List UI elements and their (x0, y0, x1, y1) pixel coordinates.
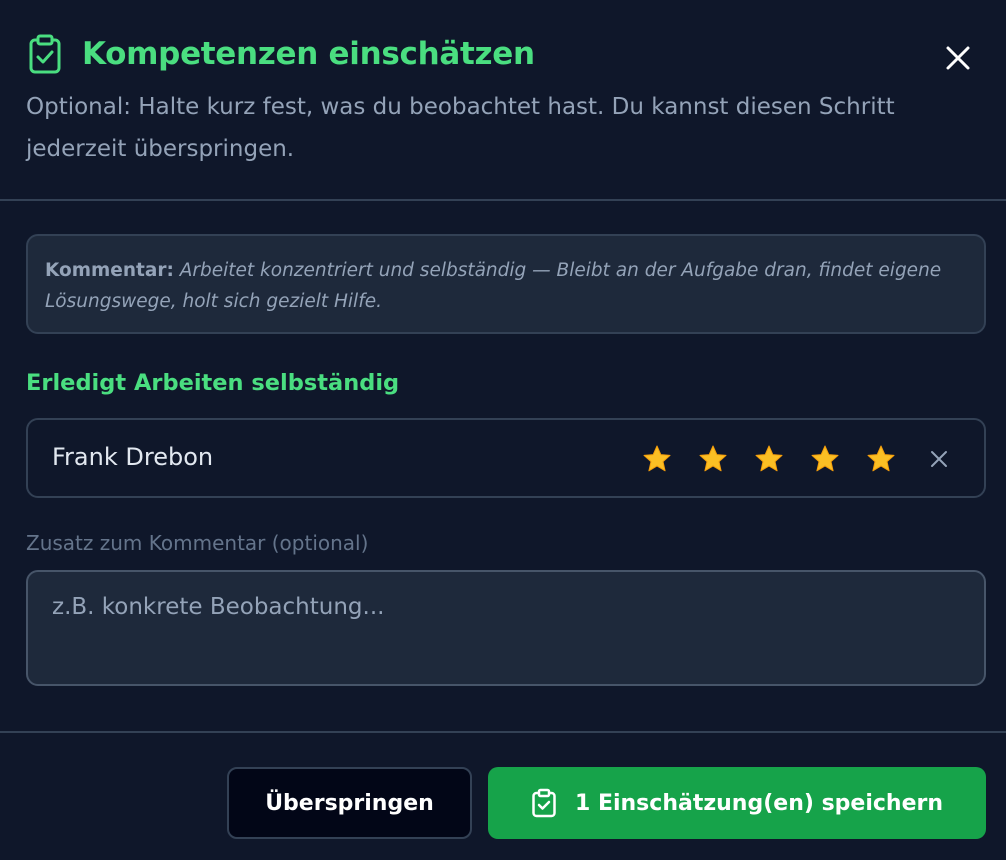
star-rating (642, 444, 896, 474)
competency-heading: Erledigt Arbeiten selbständig (26, 370, 400, 396)
star-icon-2[interactable] (698, 444, 728, 474)
dialog-footer: Überspringen 1 Einschätzung(en) speicher… (0, 731, 1006, 860)
clear-rating-button[interactable] (926, 446, 952, 472)
addition-label: Zusatz zum Kommentar (optional) (26, 531, 369, 555)
save-button[interactable]: 1 Einschätzung(en) speichern (488, 767, 986, 839)
clear-rating-icon (931, 451, 947, 467)
star-icon-5[interactable] (866, 444, 896, 474)
student-rating-row: Frank Drebon (26, 418, 986, 498)
comment-box: Kommentar: Arbeitet konzentriert und sel… (26, 234, 986, 334)
star-icon-1[interactable] (642, 444, 672, 474)
comment-label: Kommentar: (45, 260, 174, 281)
title-row: Kompetenzen einschätzen (28, 34, 535, 74)
comment-text: Arbeitet konzentriert und selbständig — … (45, 260, 942, 312)
student-name: Frank Drebon (52, 443, 214, 471)
dialog-header: Kompetenzen einschätzen Optional: Halte … (0, 0, 1006, 201)
star-icon-3[interactable] (754, 444, 784, 474)
close-button[interactable] (940, 40, 976, 76)
dialog-title: Kompetenzen einschätzen (82, 36, 535, 72)
addition-comment-input[interactable] (26, 570, 986, 686)
clipboard-check-icon (532, 788, 556, 818)
save-button-label: 1 Einschätzung(en) speichern (574, 790, 944, 816)
dialog-subtitle: Optional: Halte kurz fest, was du beobac… (26, 94, 895, 162)
skip-button[interactable]: Überspringen (227, 767, 472, 839)
star-icon-4[interactable] (810, 444, 840, 474)
close-icon (946, 46, 970, 70)
clipboard-check-icon (29, 34, 61, 74)
